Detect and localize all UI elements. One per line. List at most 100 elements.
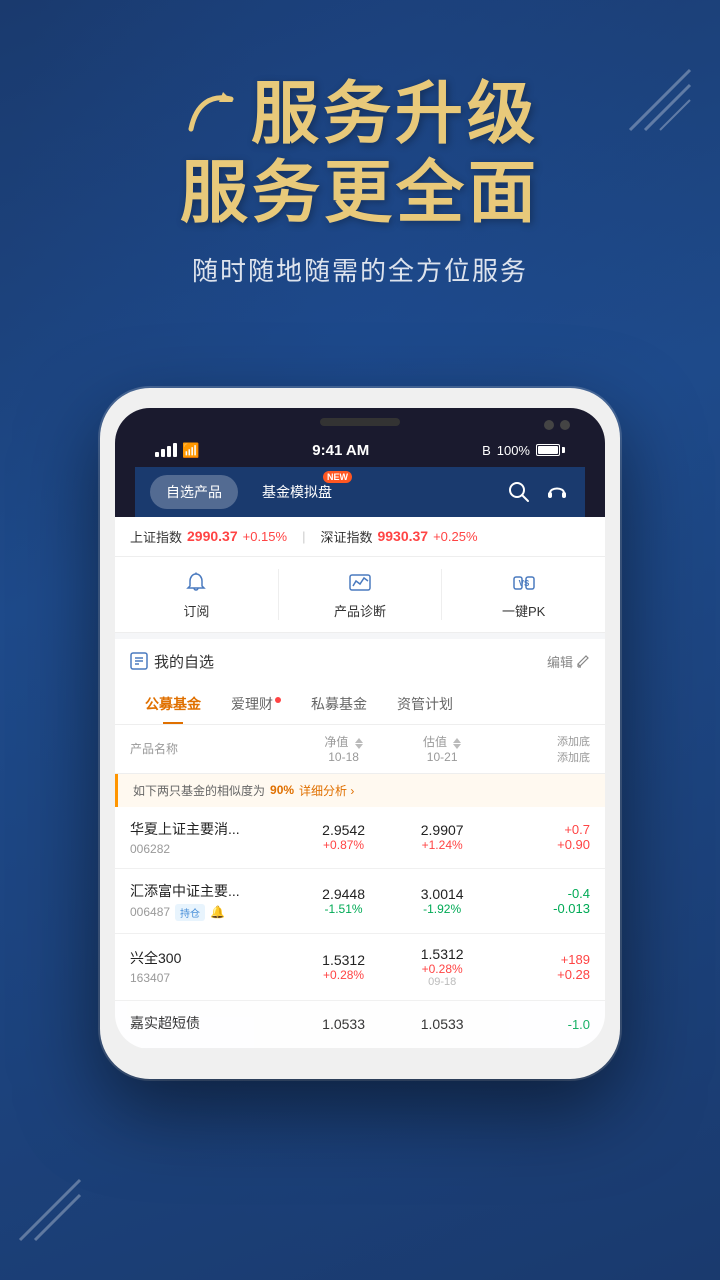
- screen-content: 上证指数 2990.37 +0.15% | 深证指数 9930.37 +0.25…: [115, 517, 605, 1049]
- battery-icon: [536, 444, 565, 456]
- hero-title-text1: 服务升级: [251, 80, 539, 148]
- new-badge: NEW: [323, 471, 352, 483]
- bell-icon: [182, 569, 210, 597]
- est-sort[interactable]: [453, 738, 461, 749]
- col-name-header: 产品名称: [130, 740, 294, 757]
- edit-button[interactable]: 编辑: [547, 652, 590, 671]
- fund2-est: 3.0014 -1.92%: [393, 886, 492, 916]
- nav-tab-fund-sim[interactable]: 基金模拟盘 NEW: [246, 475, 348, 509]
- fund1-add-val2: +0.90: [491, 837, 590, 852]
- index1: 上证指数 2990.37 +0.15%: [130, 527, 287, 546]
- phone-mockup: 📶 9:41 AM B 100% 自选产品: [0, 388, 720, 1079]
- similarity-alert: 如下两只基金的相似度为 90% 详细分析 ›: [115, 774, 605, 807]
- battery-percent: 100%: [497, 443, 530, 458]
- alert-detail-link[interactable]: 详细分析 ›: [299, 782, 354, 799]
- alert-text: 如下两只基金的相似度为: [133, 782, 265, 799]
- fund3-nav: 1.5312 +0.28%: [294, 952, 393, 982]
- fund1-add: +0.7 +0.90: [491, 822, 590, 852]
- watchlist-title: 我的自选: [130, 651, 214, 672]
- fund3-est-val: 1.5312: [393, 946, 492, 962]
- fund3-est-change: +0.28%: [393, 962, 492, 976]
- hero-section: 服务升级 服务更全面 随时随地随需的全方位服务: [0, 0, 720, 368]
- index2-change: +0.25%: [433, 529, 477, 544]
- search-icon[interactable]: [506, 479, 532, 505]
- action-diagnose[interactable]: 产品诊断: [279, 569, 443, 620]
- fund1-name: 华夏上证主要消...: [130, 819, 294, 839]
- index2-value: 9930.37: [377, 528, 428, 544]
- fund2-add: -0.4 -0.013: [491, 886, 590, 916]
- fund1-code: 006282: [130, 842, 170, 856]
- tab-asset-mgmt[interactable]: 资管计划: [382, 684, 468, 724]
- phone-notch: 📶 9:41 AM B 100% 自选产品: [115, 408, 605, 517]
- fund2-nav-change: -1.51%: [294, 902, 393, 916]
- fund1-nav: 2.9542 +0.87%: [294, 822, 393, 852]
- fund2-est-change: -1.92%: [393, 902, 492, 916]
- arrow-icon: [181, 84, 241, 144]
- fund4-est-val: 1.0533: [393, 1016, 492, 1032]
- fund-row-1[interactable]: 华夏上证主要消... 006282 2.9542 +0.87% 2.9907 +…: [115, 807, 605, 869]
- fund3-add-val2: +0.28: [491, 967, 590, 982]
- fund2-nav: 2.9448 -1.51%: [294, 886, 393, 916]
- phone-speaker: [320, 418, 400, 426]
- bluetooth-icon: B: [482, 443, 491, 458]
- fund2-bell-icon: 🔔: [210, 905, 225, 919]
- fund1-nav-change: +0.87%: [294, 838, 393, 852]
- headphone-icon[interactable]: [544, 479, 570, 505]
- hero-title-line1: 服务升级: [40, 80, 680, 148]
- nav-tab-watchlist[interactable]: 自选产品: [150, 475, 238, 509]
- hero-title-text2: 服务更全面: [40, 156, 680, 231]
- action-subscribe-label: 订阅: [183, 601, 209, 620]
- category-tabs: 公募基金 爱理财 私募基金 资管计划: [115, 684, 605, 725]
- fund3-nav-val: 1.5312: [294, 952, 393, 968]
- fund4-est: 1.0533: [393, 1016, 492, 1032]
- watchlist-icon: [130, 652, 148, 670]
- fund-row-3[interactable]: 兴全300 163407 1.5312 +0.28% 1.5312 +0.28%…: [115, 934, 605, 1001]
- fund4-add-val1: -1.0: [491, 1017, 590, 1032]
- wifi-icon: 📶: [182, 442, 199, 459]
- fund2-name: 汇添富中证主要...: [130, 881, 294, 901]
- index2: 深证指数 9930.37 +0.25%: [320, 527, 477, 546]
- nav-icons: [506, 479, 570, 505]
- deco-lines-bottom: [10, 1170, 90, 1250]
- nav-sort[interactable]: [355, 738, 363, 749]
- edit-icon: [576, 654, 590, 668]
- fund3-code: 163407: [130, 971, 170, 985]
- notification-dot: [275, 697, 281, 703]
- vs-icon: VS: [510, 569, 538, 597]
- action-pk-label: 一键PK: [502, 601, 545, 620]
- fund2-est-val: 3.0014: [393, 886, 492, 902]
- tab-wealth-mgmt[interactable]: 爱理财: [216, 684, 296, 724]
- tab-private-fund[interactable]: 私募基金: [296, 684, 382, 724]
- fund-row-4[interactable]: 嘉实超短债 1.0533 1.0533 -1.0: [115, 1001, 605, 1049]
- fund3-info: 兴全300 163407: [130, 948, 294, 985]
- fund3-nav-change: +0.28%: [294, 968, 393, 982]
- status-bar: 📶 9:41 AM B 100%: [135, 434, 585, 467]
- fund1-nav-val: 2.9542: [294, 822, 393, 838]
- fund4-add: -1.0: [491, 1017, 590, 1032]
- fund2-info: 汇添富中证主要... 006487 持仓 🔔: [130, 881, 294, 921]
- svg-text:VS: VS: [518, 579, 529, 588]
- action-pk[interactable]: VS 一键PK: [442, 569, 605, 620]
- index1-value: 2990.37: [187, 528, 238, 544]
- fund1-add-val1: +0.7: [491, 822, 590, 837]
- tab-public-fund[interactable]: 公募基金: [130, 684, 216, 724]
- watchlist-header: 我的自选 编辑: [115, 639, 605, 684]
- fund2-code: 006487: [130, 905, 170, 919]
- action-diagnose-label: 产品诊断: [334, 601, 386, 620]
- col-est-header: 估值 10-21: [393, 733, 492, 764]
- table-header: 产品名称 净值 10-18 估值: [115, 725, 605, 774]
- fund4-nav-val: 1.0533: [294, 1016, 393, 1032]
- app-nav: 自选产品 基金模拟盘 NEW: [135, 467, 585, 517]
- phone-frame: 📶 9:41 AM B 100% 自选产品: [100, 388, 620, 1079]
- fund1-est-change: +1.24%: [393, 838, 492, 852]
- fund1-est-val: 2.9907: [393, 822, 492, 838]
- fund3-code-row: 163407: [130, 971, 294, 985]
- fund2-add-val1: -0.4: [491, 886, 590, 901]
- fund2-nav-val: 2.9448: [294, 886, 393, 902]
- fund3-add: +189 +0.28: [491, 952, 590, 982]
- fund3-add-val1: +189: [491, 952, 590, 967]
- status-right: B 100%: [482, 443, 565, 458]
- fund-row-2[interactable]: 汇添富中证主要... 006487 持仓 🔔 2.9448 -1.51% 3.0…: [115, 869, 605, 934]
- action-subscribe[interactable]: 订阅: [115, 569, 279, 620]
- fund4-name: 嘉实超短债: [130, 1013, 294, 1033]
